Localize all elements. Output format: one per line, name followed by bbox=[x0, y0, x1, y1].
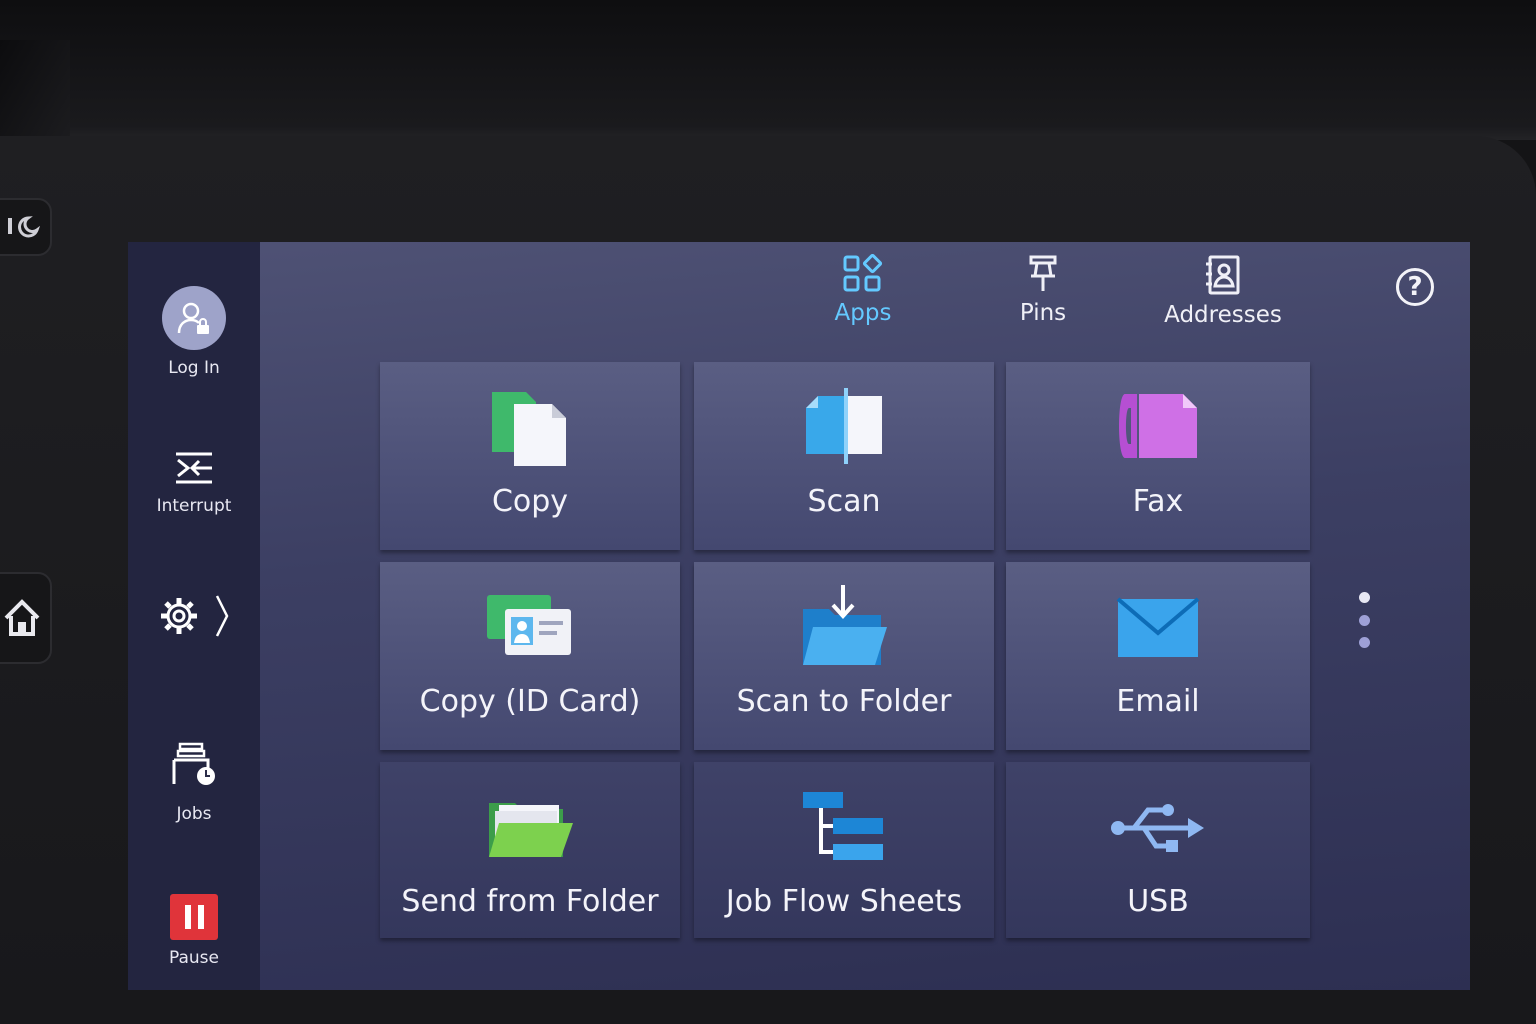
id-card-copy-icon bbox=[487, 595, 571, 655]
tab-apps-label: Apps bbox=[834, 300, 892, 326]
apps-grid-icon bbox=[843, 254, 883, 292]
app-tile-label: Job Flow Sheets bbox=[725, 884, 963, 919]
login-label: Log In bbox=[168, 358, 220, 378]
usb-icon bbox=[1111, 804, 1204, 852]
app-tile-fax[interactable]: Fax bbox=[1006, 362, 1310, 550]
avatar bbox=[162, 286, 226, 350]
tab-pins[interactable]: Pins bbox=[1008, 254, 1078, 326]
hardware-home-button[interactable] bbox=[0, 572, 52, 664]
app-tile-copy[interactable]: Copy bbox=[380, 362, 680, 550]
pause-button[interactable]: Pause bbox=[128, 894, 260, 968]
hardware-power-saver-button[interactable] bbox=[0, 198, 52, 256]
device-bezel-edge bbox=[0, 40, 70, 140]
device-settings-button[interactable] bbox=[128, 594, 260, 638]
login-button[interactable]: Log In bbox=[128, 286, 260, 378]
page-dot bbox=[1358, 637, 1370, 648]
help-button[interactable]: ? bbox=[1396, 268, 1434, 306]
page-indicator[interactable] bbox=[1358, 592, 1370, 648]
home-icon bbox=[4, 599, 40, 636]
app-tile-scan[interactable]: Scan bbox=[694, 362, 994, 550]
fax-icon bbox=[1119, 394, 1197, 458]
app-tile-label: Copy (ID Card) bbox=[419, 684, 641, 719]
page-dot bbox=[1358, 614, 1370, 626]
copy-icon bbox=[492, 392, 566, 466]
page-dot-active bbox=[1358, 592, 1370, 603]
jobs-icon bbox=[172, 742, 215, 785]
app-tile-label: USB bbox=[1127, 884, 1189, 919]
app-tile-label: Send from Folder bbox=[401, 884, 659, 919]
app-tile-label: Scan to Folder bbox=[736, 684, 952, 719]
pause-icon bbox=[170, 894, 218, 940]
job-flow-sheets-icon bbox=[803, 792, 883, 860]
question-icon: ? bbox=[1407, 272, 1423, 302]
app-tile-scan-to-folder[interactable]: Scan to Folder bbox=[694, 562, 994, 750]
app-tile-job-flow-sheets[interactable]: Job Flow Sheets bbox=[694, 762, 994, 938]
tab-addresses[interactable]: Addresses bbox=[1158, 254, 1288, 328]
jobs-label: Jobs bbox=[176, 804, 212, 824]
tab-addresses-label: Addresses bbox=[1164, 302, 1282, 328]
pin-icon bbox=[1029, 255, 1057, 291]
send-from-folder-icon bbox=[489, 803, 573, 857]
user-login-icon bbox=[177, 302, 209, 334]
interrupt-label: Interrupt bbox=[156, 496, 232, 516]
sidebar: Log In Interrupt Jobs Pause bbox=[128, 242, 260, 990]
chevron-right-icon bbox=[215, 595, 229, 637]
app-tile-usb[interactable]: USB bbox=[1006, 762, 1310, 938]
jobs-button[interactable]: Jobs bbox=[128, 742, 260, 824]
tab-apps[interactable]: Apps bbox=[828, 254, 898, 326]
scan-icon bbox=[806, 388, 882, 464]
app-tile-label: Fax bbox=[1132, 484, 1184, 519]
moon-icon bbox=[8, 216, 40, 238]
device-bezel-top bbox=[0, 0, 1536, 140]
interrupt-icon bbox=[176, 452, 212, 484]
app-tile-label: Copy bbox=[491, 484, 569, 519]
gear-icon bbox=[161, 598, 197, 634]
tab-pins-label: Pins bbox=[1019, 300, 1067, 326]
address-book-icon bbox=[1206, 255, 1240, 295]
interrupt-button[interactable]: Interrupt bbox=[128, 448, 260, 516]
app-tile-copy-id-card[interactable]: Copy (ID Card) bbox=[380, 562, 680, 750]
touchscreen: Log In Interrupt Jobs Pause Apps Pins Ad… bbox=[128, 242, 1470, 990]
pause-label: Pause bbox=[169, 948, 219, 968]
app-tile-email[interactable]: Email bbox=[1006, 562, 1310, 750]
app-tile-label: Scan bbox=[807, 484, 881, 519]
scan-to-folder-icon bbox=[803, 585, 887, 665]
email-icon bbox=[1116, 597, 1200, 657]
app-tile-label: Email bbox=[1116, 684, 1200, 719]
app-tile-send-from-folder[interactable]: Send from Folder bbox=[380, 762, 680, 938]
